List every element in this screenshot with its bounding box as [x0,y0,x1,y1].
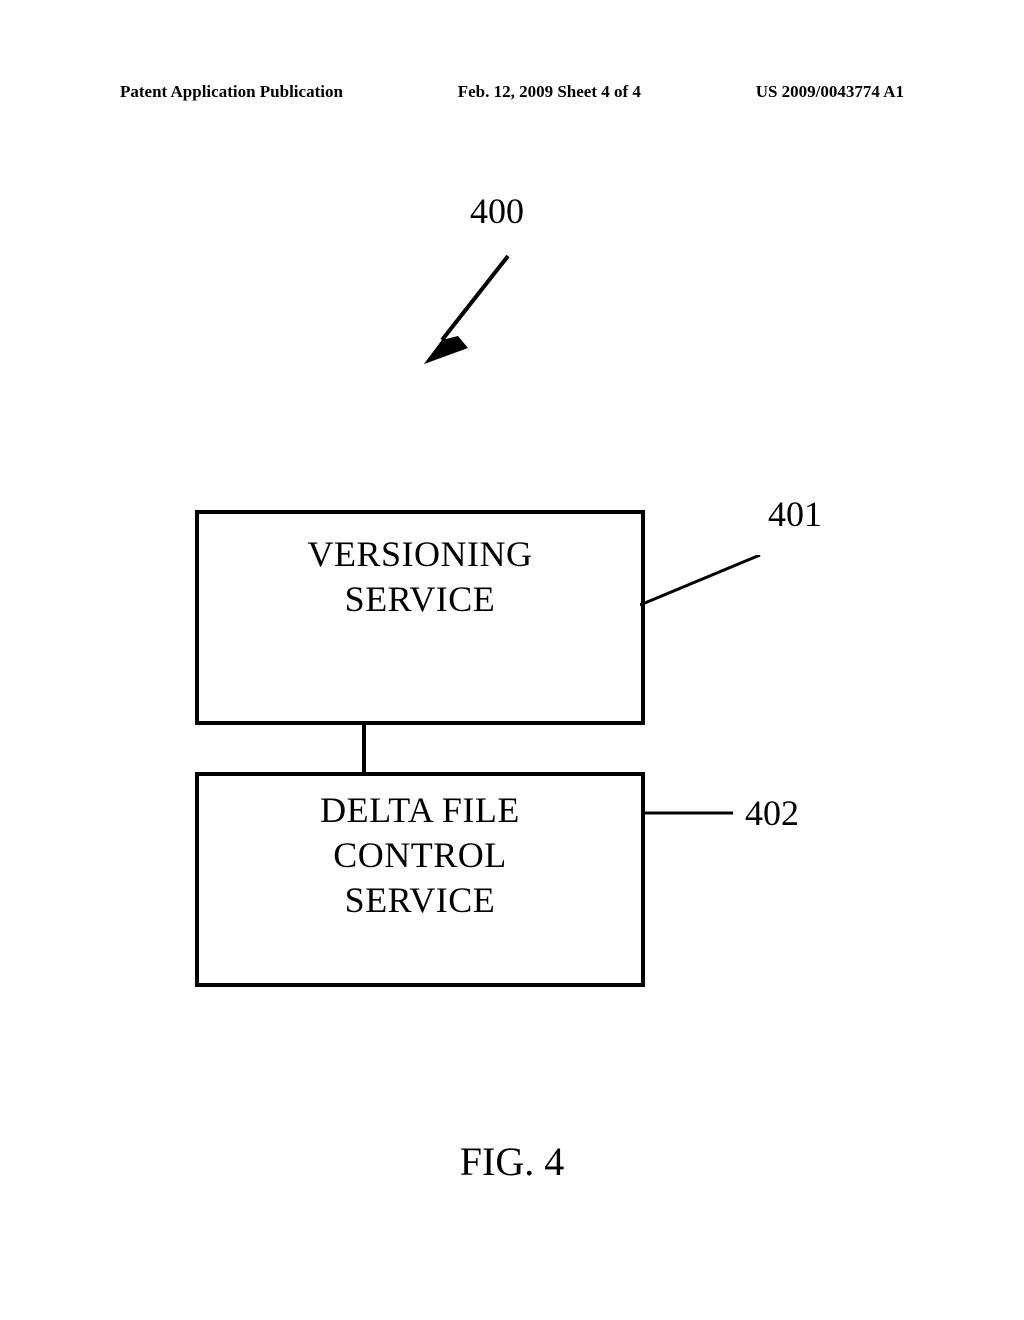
box-connector-line [362,724,366,772]
box1-line2: SERVICE [345,577,496,622]
box2-line1: DELTA FILE [320,788,520,833]
versioning-service-box: VERSIONING SERVICE [195,510,645,725]
leader-line-401 [640,555,770,615]
reference-numeral-402: 402 [745,792,799,834]
header-date-sheet: Feb. 12, 2009 Sheet 4 of 4 [458,82,641,102]
box2-line2: CONTROL [333,833,507,878]
box1-line1: VERSIONING [308,532,533,577]
delta-file-control-service-box: DELTA FILE CONTROL SERVICE [195,772,645,987]
header-publication-type: Patent Application Publication [120,82,343,102]
reference-numeral-401: 401 [768,493,822,535]
page-header: Patent Application Publication Feb. 12, … [0,82,1024,102]
diagram-figure-4: 400 VERSIONING SERVICE 401 DELTA FILE CO… [0,190,1024,1090]
leader-line-402 [643,808,743,818]
header-publication-number: US 2009/0043774 A1 [756,82,904,102]
box2-line3: SERVICE [345,878,496,923]
arrow-icon [420,248,530,368]
figure-caption: FIG. 4 [0,1138,1024,1185]
reference-numeral-400: 400 [470,190,524,232]
